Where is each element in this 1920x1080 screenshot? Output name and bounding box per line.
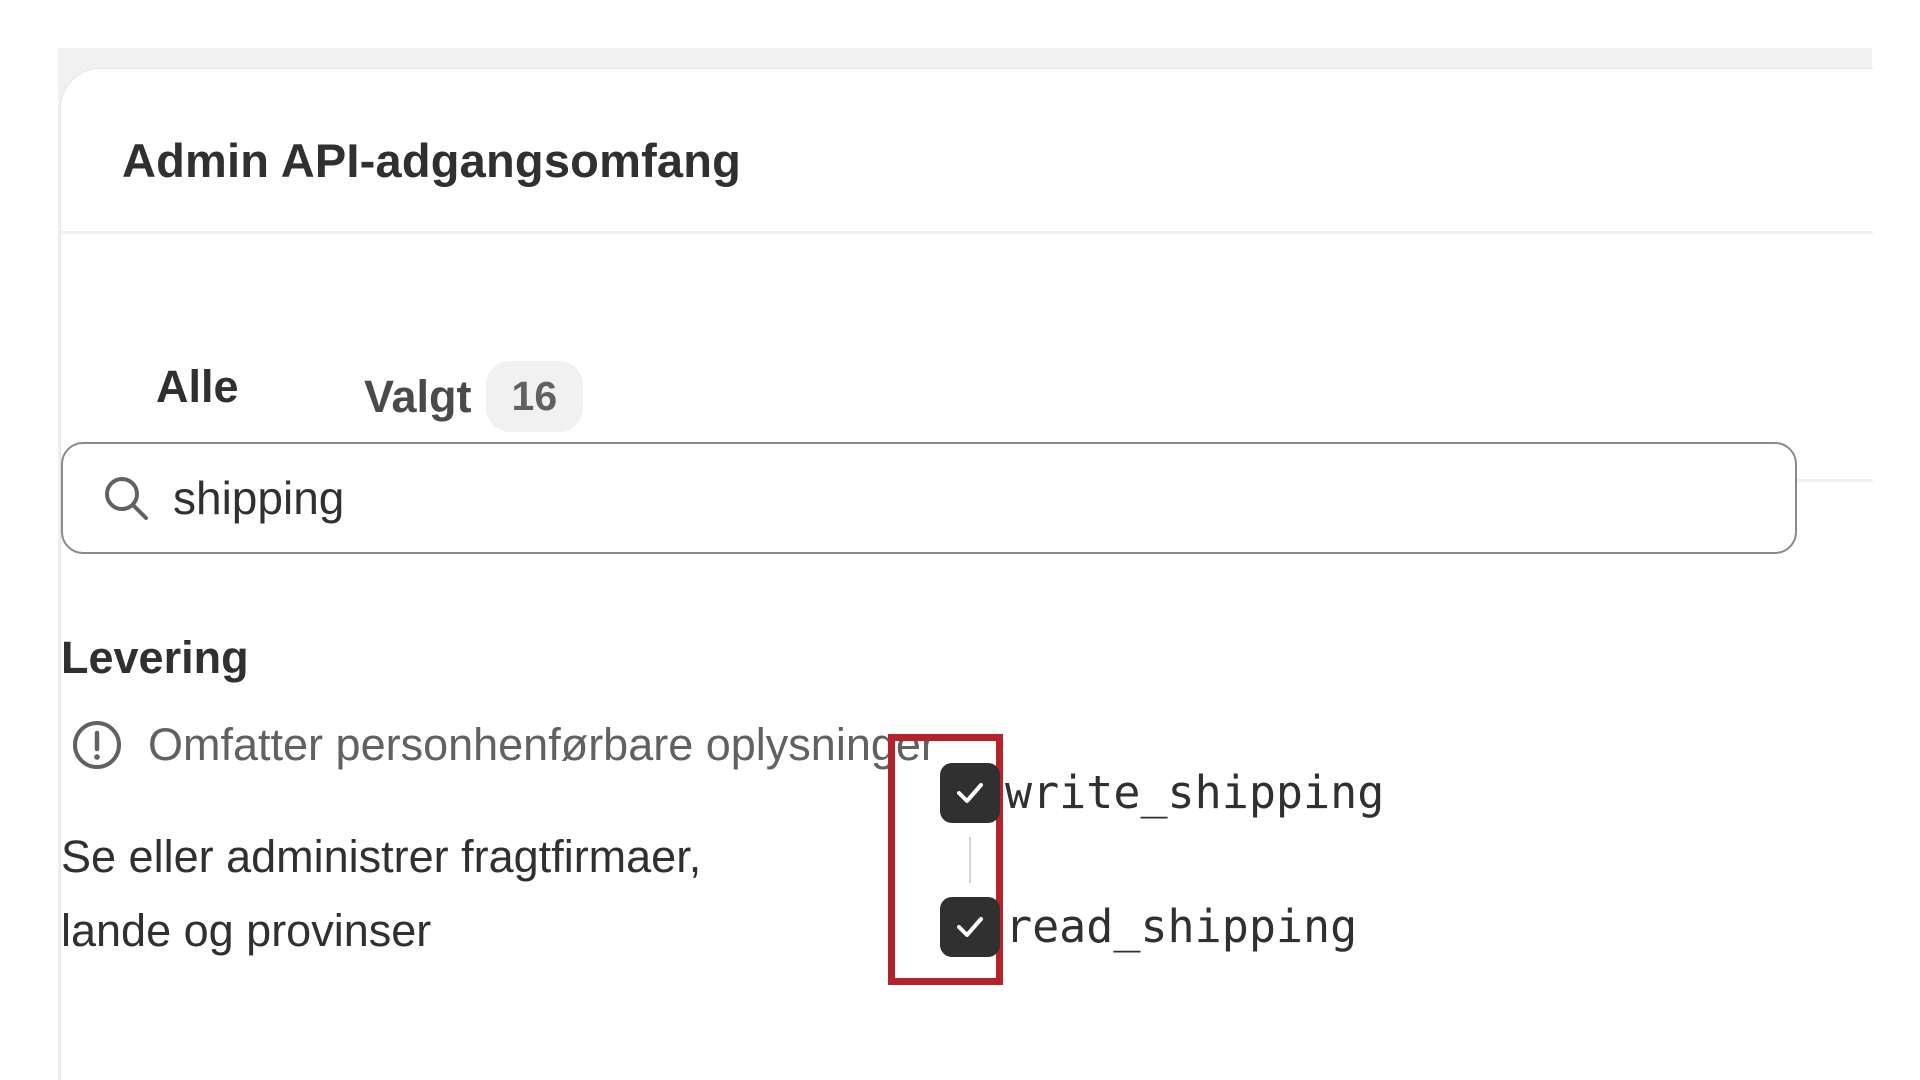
tab-selected-label: Valgt <box>364 370 472 422</box>
tab-all[interactable]: Alle <box>156 361 239 413</box>
screen: Admin API-adgangsomfang Alle Valgt 16 Le… <box>0 0 1920 1080</box>
write-shipping-label: write_shipping <box>1005 766 1385 819</box>
read-shipping-label: read_shipping <box>1005 900 1358 953</box>
checkmark-icon <box>957 917 983 937</box>
search-icon <box>105 477 148 520</box>
section-title: Levering <box>61 632 249 683</box>
write-shipping-checkbox[interactable] <box>940 763 1000 823</box>
tab-selected[interactable]: Valgt 16 <box>364 361 584 432</box>
card-title: Admin API-adgangsomfang <box>122 134 742 187</box>
exclamation-circle-icon <box>73 721 121 769</box>
selected-count-badge: 16 <box>485 361 584 432</box>
search-field[interactable] <box>61 442 1797 554</box>
section-description: Se eller administrer fragtfirmaer, lande… <box>61 831 702 956</box>
search-input[interactable] <box>171 470 1675 526</box>
scope-connector-line <box>969 837 971 883</box>
checkmark-icon <box>957 783 983 803</box>
pii-warning: Omfatter personhenførbare oplysninger <box>70 718 936 772</box>
read-shipping-checkbox[interactable] <box>940 897 1000 957</box>
pii-warning-text: Omfatter personhenførbare oplysninger <box>148 719 936 770</box>
